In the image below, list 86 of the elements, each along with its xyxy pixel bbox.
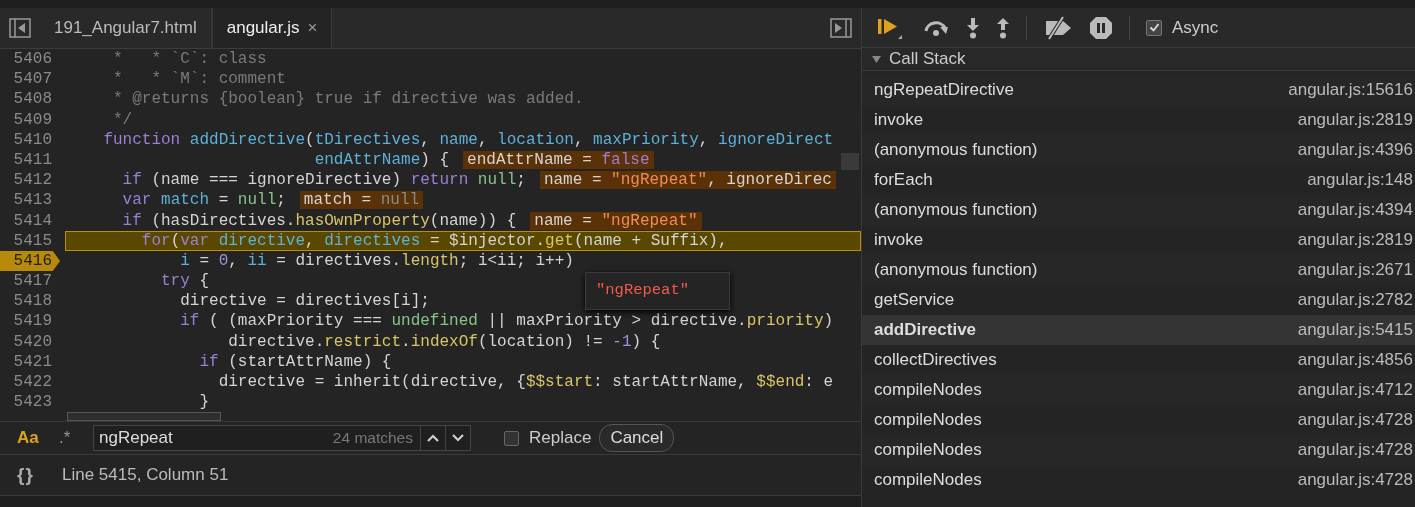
code-line: if (startAttrName) { [198,351,392,372]
checkbox-label: Async [1172,17,1219,38]
inline-value: name = "ngRepeat", ignoreDirec [539,171,836,190]
file-tab[interactable]: angular.js × [211,8,333,48]
inline-value: match = null [299,191,424,210]
code-line: if (name === ignoreDirective) return null; name = "ngRepeat", ignoreDirec [65,170,836,191]
call-frame[interactable]: invoke angular.js:2819 [862,105,1415,135]
match-count: 24 matches [332,429,413,447]
frame-location: angular.js:4728 [1297,440,1413,460]
line-number[interactable]: 5423 [0,392,60,413]
line-number[interactable]: 5415 [0,230,60,251]
line-number[interactable]: 5418 [0,291,60,312]
chevron-up-icon[interactable] [426,433,440,443]
code-line: endAttrName) { endAttrName = false [65,149,654,171]
replace-checkbox[interactable] [504,430,519,446]
call-frame[interactable]: compileNodes angular.js:4728 [862,405,1415,435]
frame-location: angular.js:5415 [1297,320,1413,340]
code-line: * * `M`: comment [112,69,286,90]
frame-location: angular.js:2819 [1297,230,1413,250]
line-number[interactable]: 5417 [0,271,60,292]
value-tooltip: "ngRepeat" [585,272,730,310]
scrollbar-thumb[interactable] [67,412,221,421]
line-number[interactable]: 5410 [0,129,60,150]
code-line: directive.restrict.indexOf(location) != -1) { [227,331,661,352]
match-case-toggle[interactable]: Aa [17,428,39,448]
checkbox-label: Replace [529,428,592,448]
inline-value: name = "ngRepeat" [530,211,702,230]
regex-toggle[interactable]: .* [59,428,79,448]
line-number[interactable]: 5411 [0,149,60,171]
frame-location: angular.js:4728 [1297,410,1413,430]
step-into-icon[interactable] [966,16,980,39]
step-out-icon[interactable] [996,16,1010,39]
line-number[interactable]: 5407 [0,69,60,90]
frame-location: angular.js:4394 [1297,200,1413,220]
line-number[interactable]: 5421 [0,351,60,372]
expanded-icon[interactable] [872,55,881,63]
frame-location: angular.js:4856 [1297,350,1413,370]
code-line: directive = directives[i]; [179,291,430,312]
code-line: i = 0, ii = directives.length; i<ii; i++) [179,250,574,272]
cancel-button[interactable]: Cancel [599,424,675,452]
call-frame[interactable]: compileNodes angular.js:4728 [862,465,1415,495]
frame-location: angular.js:15616 [1288,80,1413,100]
call-frame[interactable]: forEach angular.js:148 [862,165,1415,195]
cursor-position: Line 5415, Column 51 [62,465,229,485]
call-frame[interactable]: invoke angular.js:2819 [862,225,1415,255]
frame-location: angular.js:4728 [1297,470,1413,490]
line-number[interactable]: 5409 [0,109,60,130]
call-frame[interactable]: getService angular.js:2782 [862,285,1415,315]
frame-location: angular.js:2671 [1297,260,1413,280]
inline-value: endAttrName = false [463,150,654,169]
frame-location: angular.js:4712 [1297,380,1413,400]
line-number[interactable]: 5412 [0,170,60,191]
code-line: try { [160,271,210,292]
pretty-print-button[interactable]: {} [17,464,47,486]
previous-match-button[interactable] [421,425,446,451]
code-line: * @returns {boolean} true if directive was added. [112,89,584,110]
line-number[interactable]: 5420 [0,331,60,352]
frame-location: angular.js:2782 [1297,290,1413,310]
code-line: } [198,392,210,413]
line-number[interactable]: 5413 [0,190,60,211]
chevron-down-icon[interactable] [451,433,465,443]
code-line: if ( (maxPriority === undefined || maxPriority > directive.priority) [179,311,834,332]
panel-toggle-icon[interactable] [830,18,852,38]
code-line: if (hasDirectives.hasOwnProperty(name)) { name = "ngRepeat" [65,210,702,231]
line-number[interactable]: 5414 [0,210,60,231]
line-number[interactable]: 5408 [0,89,60,110]
pause-icon[interactable] [1089,15,1113,40]
section-title[interactable]: Call Stack [889,49,966,69]
close-icon[interactable]: × [307,18,318,38]
deactivate-breakpoints-icon[interactable] [1043,15,1073,40]
call-frame[interactable]: collectDirectives angular.js:4856 [862,345,1415,375]
line-number[interactable]: 5406 [0,49,60,70]
line-number[interactable]: 5419 [0,311,60,332]
code-line: directive = inherit(directive, {$$start: startAttrName, $$end: e [217,372,834,393]
sidebar-toggle-icon[interactable] [9,18,31,38]
frame-location: angular.js:4396 [1297,140,1413,160]
file-tab[interactable]: 191_Angular7.html [40,8,212,48]
code-line: var match = null; match = null [65,190,424,211]
frame-location: angular.js:148 [1307,170,1413,190]
code-line: function addDirective(tDirectives, name, location, maxPriority, ignoreDirect [102,129,834,150]
code-line: * * `C`: class [112,49,267,70]
frame-location: angular.js:2819 [1297,110,1413,130]
line-number[interactable]: 5422 [0,372,60,393]
next-match-button[interactable] [446,425,471,451]
call-frame[interactable]: addDirective angular.js:5415 [862,315,1415,345]
code-line: */ [112,109,133,130]
